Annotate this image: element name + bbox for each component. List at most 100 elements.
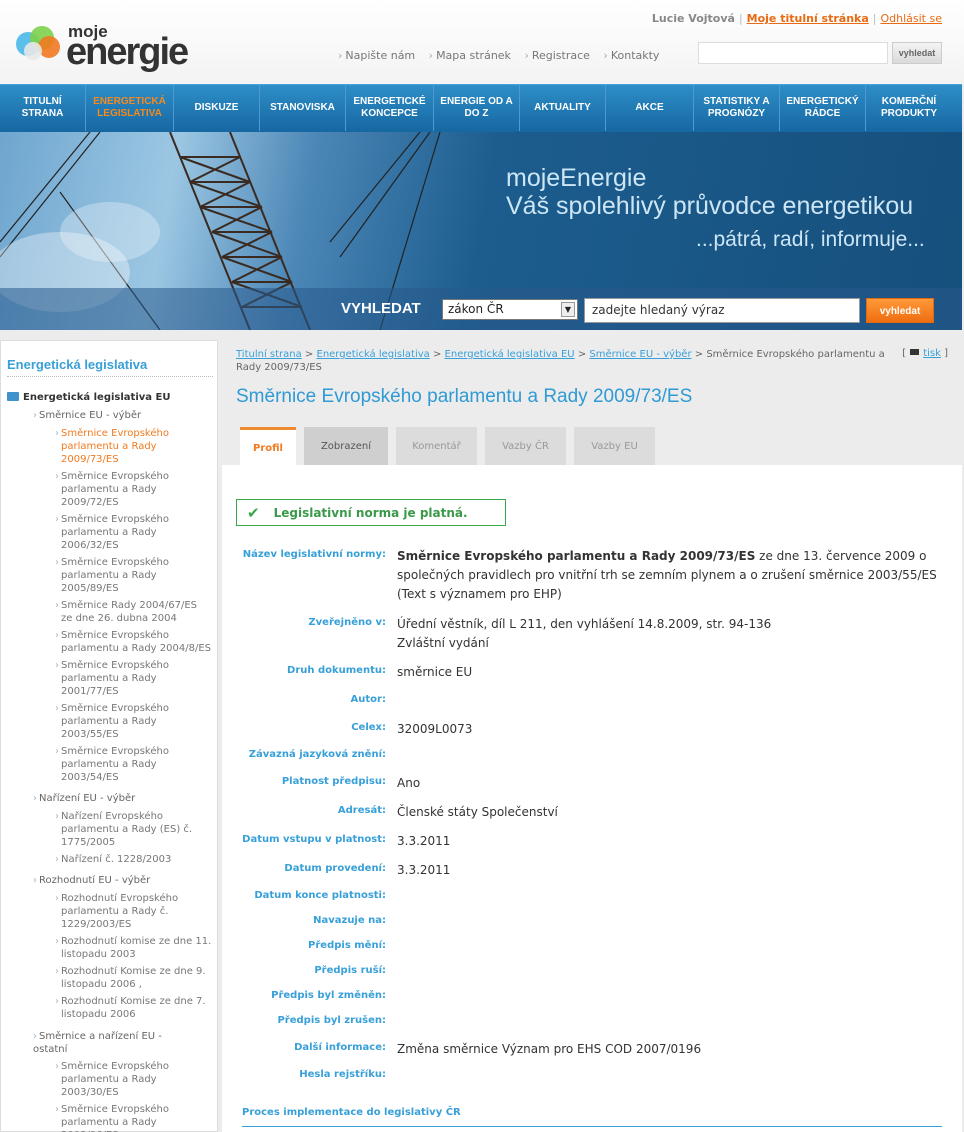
profile-panel: ✔ Legislativní norma je platná. Název le…: [222, 465, 962, 1132]
chevron-right-icon: ›: [33, 410, 37, 421]
top-search-button[interactable]: vyhledat: [892, 42, 942, 64]
tree-item[interactable]: ›Směrnice Evropského parlamentu a Rady 2…: [55, 629, 217, 655]
search-label: VYHLEDAT: [341, 300, 421, 317]
chevron-right-icon: ›: [338, 49, 343, 62]
chevron-right-icon: ›: [33, 793, 37, 804]
field-label: Celex:: [351, 722, 386, 733]
tree-item[interactable]: ›Směrnice Evropského parlamentu a Rady 2…: [55, 470, 217, 509]
field-label: Datum provedení:: [284, 863, 386, 874]
tree-item[interactable]: › Rozhodnutí komise ze dne 11. listopadu …: [55, 935, 217, 961]
field-label: Autor:: [350, 694, 386, 705]
field-label: Předpis byl změněn:: [271, 990, 386, 1001]
chevron-right-icon: ›: [33, 1031, 37, 1042]
nav-energeticky-radce[interactable]: ENERGETICKÝ RÁDCE: [780, 85, 866, 131]
tree-item[interactable]: ›Směrnice Evropského parlamentu a Rady 2…: [55, 1060, 217, 1099]
breadcrumb-link[interactable]: Energetická legislativa EU: [445, 349, 575, 360]
tab-vazby-eu[interactable]: Vazby EU: [574, 427, 655, 465]
sidebar: Energetická legislativa Energetická legi…: [0, 340, 218, 1132]
breadcrumb-link[interactable]: Směrnice EU - výběr: [589, 349, 691, 360]
field-value: Úřední věstník, díl L 211, den vyhlášení…: [397, 617, 772, 650]
field-value: 3.3.2011: [397, 834, 451, 848]
field-label: Předpis byl zrušen:: [277, 1015, 386, 1026]
tree-item[interactable]: ›Směrnice Evropského parlamentu a Rady 2…: [55, 659, 217, 698]
field-label: Datum konce platnosti:: [254, 890, 386, 901]
nav-akce[interactable]: AKCE: [606, 85, 694, 131]
nav-energeticka-legislativa[interactable]: ENERGETICKÁ LEGISLATIVA: [86, 85, 174, 131]
top-links: › Napište nám › Mapa stránek › Registrace ›…: [338, 49, 669, 62]
validity-status: ✔ Legislativní norma je platná.: [236, 499, 506, 526]
site-logo[interactable]: moje energie: [16, 22, 206, 73]
field-label: Zveřejněno v:: [308, 617, 386, 628]
nav-diskuze[interactable]: DISKUZE: [174, 85, 260, 131]
field-value: Směrnice Evropského parlamentu a Rady 20…: [397, 549, 937, 601]
top-search-input[interactable]: [698, 42, 888, 64]
field-label: Navazuje na:: [313, 915, 386, 926]
page-title: Směrnice Evropského parlamentu a Rady 20…: [236, 386, 693, 407]
tree-root-eu[interactable]: Energetická legislativa EU: [7, 392, 170, 403]
tree-item[interactable]: › Nařízení č. 1228/2003: [55, 853, 217, 866]
tree-item[interactable]: › Rozhodnutí Komise ze dne 7. listopadu 2…: [55, 995, 217, 1021]
search-type-select[interactable]: zákon ČR ▼: [442, 299, 578, 320]
folder-icon: [7, 392, 19, 401]
nav-energeticke-koncepce[interactable]: ENERGETICKÉ KONCEPCE: [346, 85, 434, 131]
search-button[interactable]: vyhledat: [866, 298, 934, 323]
chevron-right-icon: ›: [524, 49, 529, 62]
banner-tagline: ...pátrá, radí, informuje...: [696, 228, 925, 251]
sitemap-link[interactable]: › Mapa stránek: [429, 49, 511, 62]
tree-item[interactable]: ›Směrnice Evropského parlamentu a Rady 2…: [55, 427, 217, 466]
print-control: [tisk ]: [902, 348, 948, 359]
tree-item[interactable]: ›Směrnice Evropského parlamentu a Rady 2…: [55, 702, 217, 741]
sidebar-divider: [7, 376, 213, 377]
nav-stanoviska[interactable]: STANOVISKA: [260, 85, 346, 131]
hero-banner: mojeEnergie Váš spolehlivý průvodce ener…: [0, 132, 962, 330]
registration-link[interactable]: › Registrace: [524, 49, 589, 62]
field-label: Adresát:: [337, 805, 386, 816]
tree-group-rozhodnuti[interactable]: › Rozhodnutí EU - výběr: [33, 875, 150, 886]
print-link[interactable]: tisk: [923, 348, 941, 359]
my-home-link[interactable]: Moje titulní stránka: [747, 12, 869, 25]
field-value: 32009L0073: [397, 722, 473, 736]
tab-profil[interactable]: Profil: [240, 427, 296, 466]
user-links: Lucie Vojtová | Moje titulní stránka | Odhlá…: [651, 12, 942, 25]
tab-komentar[interactable]: Komentář: [396, 427, 477, 465]
contacts-link[interactable]: › Kontakty: [603, 49, 659, 62]
site-header: moje energie Lucie Vojtová | Moje titulní …: [0, 0, 964, 84]
tree-item[interactable]: ›Směrnice Evropského parlamentu a Rady 2…: [55, 556, 217, 595]
nav-statistiky[interactable]: STATISTIKY A PROGNÓZY: [694, 85, 780, 131]
field-value: směrnice EU: [397, 665, 473, 679]
tab-vazby-cr[interactable]: Vazby ČR: [485, 427, 566, 465]
logo-text-big: energie: [66, 31, 189, 73]
field-value: Změna směrnice Význam pro EHS COD 2007/0…: [397, 1042, 702, 1056]
breadcrumb-link[interactable]: Titulní strana: [236, 349, 302, 360]
printer-icon: [910, 349, 920, 355]
sidebar-title: Energetická legislativa: [7, 357, 148, 372]
logo-bubble-icon: [24, 42, 42, 60]
tree-item[interactable]: › Nařízení Evropského parlamentu a Rady (…: [55, 810, 217, 849]
tree-item[interactable]: ›Směrnice Evropského parlamentu a Rady 2…: [55, 745, 217, 784]
field-value: Členské státy Společenství: [397, 805, 558, 819]
main-navigation: TITULNÍ STRANA ENERGETICKÁ LEGISLATIVA D…: [0, 84, 962, 132]
nav-komercni-produkty[interactable]: KOMERČNÍ PRODUKTY: [866, 85, 952, 131]
tree-group-smernice[interactable]: › Směrnice EU - výběr: [33, 410, 141, 421]
tree-item[interactable]: › Rozhodnutí Komise ze dne 9. listopadu 2…: [55, 965, 217, 991]
search-input[interactable]: zadejte hledaný výraz: [584, 298, 860, 323]
check-icon: ✔: [247, 503, 260, 522]
tree-item[interactable]: ›Směrnice Evropského parlamentu a Rady 2…: [55, 513, 217, 552]
tree-item[interactable]: › Směrnice Rady 2004/67/ES ze dne 26. dub…: [55, 599, 217, 625]
field-label: Platnost předpisu:: [281, 776, 386, 787]
tree-item[interactable]: ›Směrnice Evropského parlamentu a Rady 2…: [55, 1103, 217, 1132]
field-label: Další informace:: [294, 1042, 386, 1053]
contact-us-link[interactable]: › Napište nám: [338, 49, 415, 62]
breadcrumb-link[interactable]: Energetická legislativa: [317, 349, 430, 360]
tree-item[interactable]: › Rozhodnutí Evropského parlamentu a Rady…: [55, 892, 217, 931]
banner-brand: mojeEnergie: [506, 164, 647, 192]
nav-titulni-strana[interactable]: TITULNÍ STRANA: [0, 85, 86, 131]
implementation-heading: Proces implementace do legislativy ČR: [242, 1107, 461, 1118]
field-label: Druh dokumentu:: [287, 665, 386, 676]
tree-group-ostatni[interactable]: › Směrnice a nařízení EU - ostatní: [33, 1030, 162, 1056]
nav-energie-od-a-do-z[interactable]: ENERGIE OD A DO Z: [434, 85, 520, 131]
logout-link[interactable]: Odhlásit se: [880, 12, 942, 25]
tree-group-narizeni[interactable]: › Nařízení EU - výběr: [33, 793, 135, 804]
tab-zobrazeni[interactable]: Zobrazení: [304, 427, 388, 465]
nav-aktuality[interactable]: AKTUALITY: [520, 85, 606, 131]
